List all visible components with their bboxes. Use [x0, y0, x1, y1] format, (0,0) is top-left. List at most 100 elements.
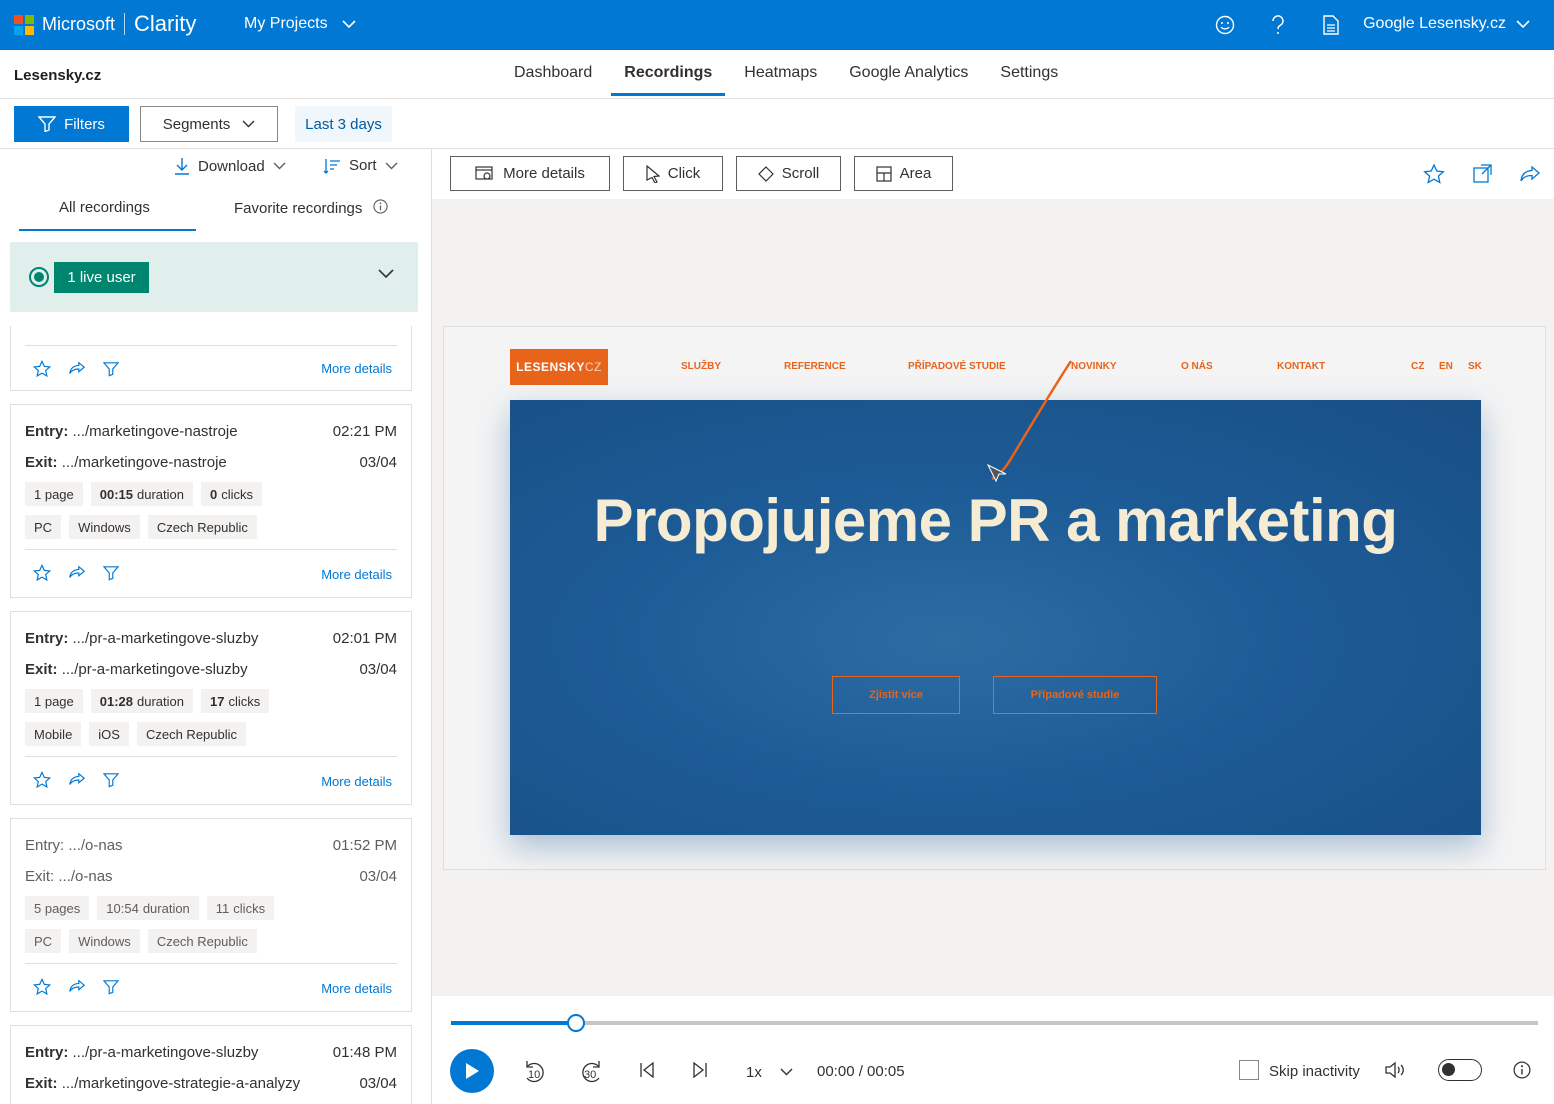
more-details-link[interactable]: More details — [321, 361, 392, 376]
segments-dropdown[interactable]: Segments — [140, 106, 278, 142]
recording-card[interactable]: Entry: .../pr-a-marketingove-sluzby 01:4… — [10, 1025, 412, 1104]
more-details-label: More details — [503, 165, 585, 182]
tab-heatmaps[interactable]: Heatmaps — [728, 50, 833, 99]
share-icon[interactable] — [1519, 163, 1541, 185]
document-icon[interactable] — [1319, 13, 1343, 37]
more-details-link[interactable]: More details — [321, 774, 392, 789]
share-icon[interactable] — [68, 978, 86, 996]
filter-icon[interactable] — [103, 361, 119, 377]
recording-card[interactable]: Entry: .../o-nas 01:52 PM Exit: .../o-na… — [10, 818, 412, 1012]
forward-button[interactable]: 30 — [578, 1058, 606, 1086]
pages-chip: 1 page — [25, 482, 83, 506]
more-details-link[interactable]: More details — [321, 981, 392, 996]
live-users-panel[interactable]: 1 live user — [10, 242, 418, 312]
speed-dropdown[interactable]: 1x — [746, 1060, 793, 1084]
tab-favorite-recordings[interactable]: Favorite recordings — [234, 199, 388, 217]
play-button[interactable] — [450, 1049, 494, 1093]
recording-card[interactable]: Entry: .../marketingove-nastroje 02:21 P… — [10, 404, 412, 598]
recording-date: 03/04 — [359, 661, 397, 678]
click-label: Click — [667, 165, 701, 182]
filters-button[interactable]: Filters — [14, 106, 129, 142]
duration-chip: 00:15 duration — [90, 482, 193, 506]
scroll-icon — [757, 165, 774, 182]
date-range-button[interactable]: Last 3 days — [295, 106, 392, 142]
entry-label: Entry: — [25, 1044, 69, 1061]
chevron-down-icon — [242, 120, 255, 128]
entry-url: .../pr-a-marketingove-sluzby — [72, 630, 259, 647]
duration-text: duration — [137, 486, 184, 502]
tab-dashboard[interactable]: Dashboard — [498, 50, 608, 99]
recording-time: 02:01 PM — [332, 630, 397, 647]
recording-card[interactable]: Entry: .../pr-a-marketingove-sluzby 02:0… — [10, 611, 412, 805]
playback-timeline[interactable] — [451, 1014, 1538, 1032]
download-button[interactable]: Download — [174, 157, 286, 175]
entry-label: Entry: — [25, 630, 69, 647]
skip-inactivity-checkbox[interactable] — [1239, 1060, 1259, 1080]
filters-label: Filters — [64, 115, 105, 133]
info-icon[interactable] — [372, 199, 388, 214]
duration-chip: 01:28 duration — [90, 689, 193, 713]
star-icon[interactable] — [33, 771, 51, 789]
chevron-down-icon — [385, 162, 398, 169]
help-icon[interactable] — [1266, 13, 1290, 37]
entry-page: Entry: .../o-nas — [25, 837, 123, 854]
tab-settings[interactable]: Settings — [984, 50, 1074, 99]
player-info-button[interactable] — [1511, 1059, 1533, 1081]
account-dropdown[interactable]: Google Lesensky.cz — [1363, 15, 1530, 33]
tab-google-analytics[interactable]: Google Analytics — [833, 50, 984, 99]
project-header: Lesensky.cz Dashboard Recordings Heatmap… — [0, 50, 1554, 99]
card-divider — [25, 549, 397, 550]
recording-card[interactable]: More details — [10, 326, 412, 391]
recording-date: 03/04 — [359, 1075, 397, 1092]
click-toggle-button[interactable]: Click — [623, 156, 723, 191]
filter-icon[interactable] — [103, 565, 119, 581]
star-icon[interactable] — [33, 360, 51, 378]
chevron-down-icon[interactable] — [378, 269, 394, 279]
speed-value: 1x — [746, 1063, 762, 1081]
autoplay-toggle[interactable] — [1438, 1059, 1482, 1081]
scroll-toggle-button[interactable]: Scroll — [736, 156, 841, 191]
projects-dropdown[interactable]: My Projects — [244, 15, 356, 33]
more-details-button[interactable]: More details — [450, 156, 610, 191]
share-icon[interactable] — [68, 771, 86, 789]
pages-chip: 1 page — [25, 689, 83, 713]
chevron-down-icon — [1516, 19, 1530, 28]
country-chip: Czech Republic — [136, 722, 247, 746]
area-toggle-button[interactable]: Area — [854, 156, 953, 191]
next-page-button[interactable] — [689, 1058, 711, 1082]
filter-icon[interactable] — [103, 772, 119, 788]
share-icon[interactable] — [68, 360, 86, 378]
star-icon[interactable] — [1423, 163, 1445, 185]
recording-time: 02:21 PM — [332, 423, 397, 440]
feedback-smiley-icon[interactable] — [1213, 13, 1237, 37]
country-chip: Czech Republic — [147, 515, 257, 539]
brand-clarity[interactable]: Clarity — [134, 11, 196, 37]
hero-title: Propojujeme PR a marketing — [593, 487, 1398, 554]
play-icon — [466, 1063, 479, 1079]
playback-scrubber[interactable] — [567, 1014, 585, 1032]
hero-button: Zjistit více — [832, 676, 960, 714]
volume-button[interactable] — [1384, 1058, 1408, 1082]
tab-recordings[interactable]: Recordings — [608, 50, 728, 99]
sort-button[interactable]: Sort — [323, 157, 398, 174]
duration-text: duration — [142, 900, 190, 916]
pages-chip: 5 pages — [25, 896, 90, 920]
tab-all-recordings[interactable]: All recordings — [59, 199, 150, 216]
card-divider — [25, 756, 397, 757]
device-chip: Mobile — [25, 722, 82, 746]
star-icon[interactable] — [33, 564, 51, 582]
star-icon[interactable] — [33, 978, 51, 996]
exit-url: .../marketingove-nastroje — [61, 454, 227, 471]
rewind-button[interactable]: 10 — [520, 1058, 548, 1086]
open-new-window-icon[interactable] — [1471, 163, 1493, 185]
chevron-down-icon — [273, 162, 286, 170]
share-icon[interactable] — [68, 564, 86, 582]
filter-icon[interactable] — [103, 979, 119, 995]
entry-page: Entry: .../marketingove-nastroje — [25, 423, 238, 440]
filter-icon — [38, 116, 57, 132]
entry-label: Entry: — [25, 837, 65, 854]
exit-url: .../marketingove-strategie-a-analyzy — [61, 1075, 301, 1092]
country-chip: Czech Republic — [147, 929, 257, 953]
more-details-link[interactable]: More details — [321, 567, 392, 582]
previous-page-button[interactable] — [636, 1058, 658, 1082]
